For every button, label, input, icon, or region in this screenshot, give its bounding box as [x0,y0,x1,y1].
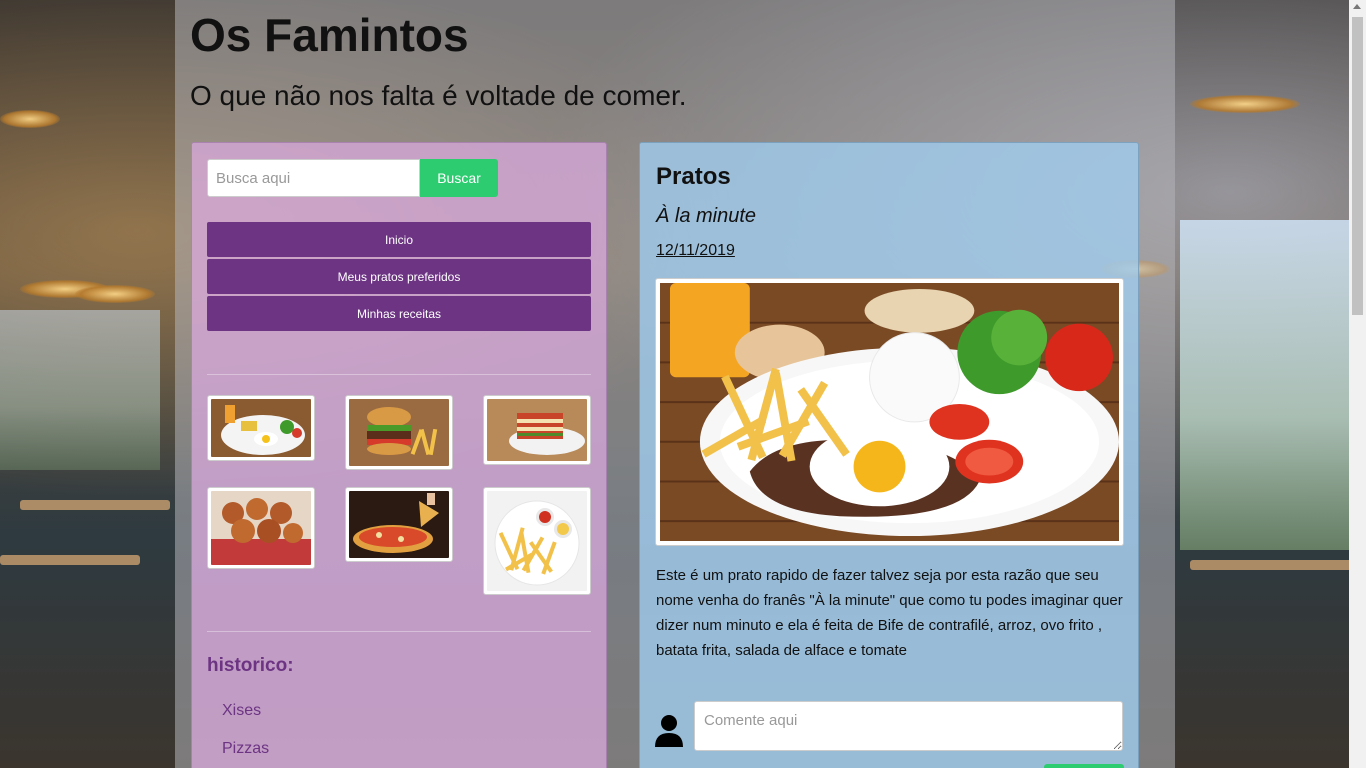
thumbnail-fries[interactable] [483,487,591,595]
scrollbar[interactable] [1349,0,1366,768]
thumbnail-burger[interactable] [345,395,453,470]
page-container: Os Famintos O que não nos falta é voltad… [175,0,1175,768]
main-nav: Inicio Meus pratos preferidos Minhas rec… [207,222,591,333]
section-heading: Pratos [656,163,731,190]
history-title: historico: [207,655,294,676]
thumbnail-pizza[interactable] [345,487,453,562]
thumbnail-lasagna[interactable] [483,395,591,465]
lasagna-image [487,399,587,461]
dish-photo [655,278,1124,546]
fries-image [487,491,587,591]
site-subtitle: O que não nos falta é voltade de comer. [190,80,687,111]
divider [207,374,591,375]
dish-name: À la minute [656,205,757,227]
nav-item-inicio[interactable]: Inicio [207,222,591,257]
sidebar: Buscar Inicio Meus pratos preferidos Min… [191,142,607,768]
pizza-image [349,491,449,558]
dish-description: Este é um prato rapido de fazer talvez s… [656,567,1123,659]
coxinha-image [211,491,311,565]
nav-item-pratos-preferidos[interactable]: Meus pratos preferidos [207,259,591,294]
thumbnail-coxinha[interactable] [207,487,315,569]
history-item-pizzas[interactable]: Pizzas [222,740,269,758]
user-icon [655,714,683,747]
nav-item-minhas-receitas[interactable]: Minhas receitas [207,296,591,331]
steak-plate-image [660,283,1119,541]
thumbnail-steak-plate[interactable] [207,395,315,461]
search-button[interactable]: Buscar [420,159,498,197]
burger-image [349,399,449,466]
scroll-thumb[interactable] [1352,17,1363,315]
search-input[interactable] [207,159,420,197]
history-item-xises[interactable]: Xises [222,702,261,720]
site-title: Os Famintos [190,9,469,61]
comment-submit-button[interactable] [1044,764,1124,768]
scroll-up-icon[interactable] [1353,4,1361,9]
comment-input[interactable] [694,701,1123,751]
dish-date: 12/11/2019 [656,242,735,259]
divider [207,631,591,632]
steak-plate-image [211,399,311,457]
main-content: Pratos À la minute 12/11/2019 Este é um … [639,142,1139,768]
